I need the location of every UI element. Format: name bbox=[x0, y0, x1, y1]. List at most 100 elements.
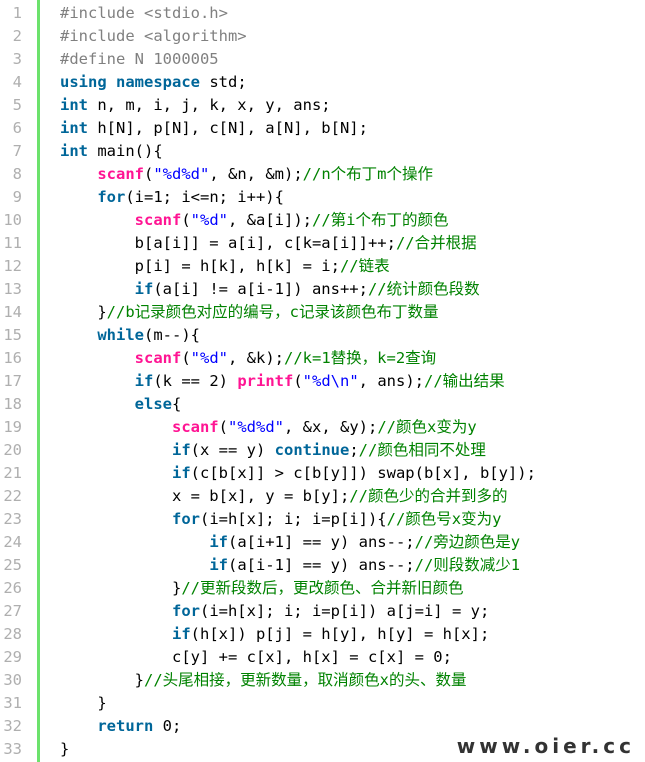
code-editor: 1 #include <stdio.h> 2 #include <algorithm>… bbox=[0, 0, 645, 762]
line-number: 1 bbox=[12, 4, 22, 22]
code-text: scanf("%d%d", &x, &y);//颜色x变为y bbox=[60, 416, 477, 439]
code-token-kw: while bbox=[97, 326, 144, 344]
code-text: int main(){ bbox=[60, 140, 163, 163]
code-text: if(a[i] != a[i-1]) ans++;//统计颜色段数 bbox=[60, 278, 480, 301]
code-token-plain: x = b[x], y = b[y]; bbox=[60, 487, 350, 505]
code-text: else{ bbox=[60, 393, 182, 416]
code-token-plain: (a[i-1] == y) ans--; bbox=[227, 556, 415, 574]
code-token-plain: (m--){ bbox=[144, 326, 200, 344]
code-text: return 0; bbox=[60, 715, 181, 738]
code-text: for(i=h[x]; i; i=p[i]){//颜色号x变为y bbox=[60, 508, 501, 531]
code-token-fn: printf bbox=[237, 372, 294, 390]
code-token-kw: continue bbox=[274, 441, 350, 459]
code-token-pre: #define N 1000005 bbox=[60, 50, 219, 68]
code-token-cmt: //第i个布丁的颜色 bbox=[312, 211, 449, 229]
code-token-cmt: //颜色号x变为y bbox=[386, 510, 502, 528]
code-token-kw: if bbox=[134, 280, 154, 298]
code-token-kw: if bbox=[209, 556, 228, 574]
code-text: for(i=h[x]; i; i=p[i]) a[j=i] = y; bbox=[60, 600, 489, 623]
code-token-plain: (x == y) bbox=[190, 441, 275, 459]
code-token-cmt: //颜色相同不处理 bbox=[358, 441, 486, 459]
code-token-kw: if bbox=[209, 533, 228, 551]
code-token-plain: 0; bbox=[153, 717, 182, 735]
code-text: scanf("%d", &k);//k=1替换，k=2查询 bbox=[60, 347, 437, 370]
code-token-plain: ( bbox=[181, 211, 191, 229]
code-token-fn: scanf bbox=[134, 211, 182, 229]
code-text: }//b记录颜色对应的编号，c记录该颜色布丁数量 bbox=[60, 301, 438, 324]
line-number: 33 bbox=[3, 740, 22, 758]
code-text: #include <stdio.h> bbox=[60, 2, 228, 25]
code-token-kw: namespace bbox=[116, 73, 201, 91]
line-number: 3 bbox=[12, 50, 22, 68]
code-token-kw: for bbox=[171, 510, 200, 528]
code-text: }//头尾相接，更新数量，取消颜色x的头、数量 bbox=[60, 669, 467, 692]
code-text: if(c[b[x]] > c[b[y]]) swap(b[x], b[y]); bbox=[60, 462, 536, 485]
code-token-kw: using bbox=[60, 73, 107, 91]
code-text: } bbox=[60, 692, 106, 715]
code-token-str: "%d" bbox=[190, 211, 228, 229]
code-token-plain: , &a[i]); bbox=[228, 211, 312, 229]
code-text: if(h[x]) p[j] = h[y], h[y] = h[x]; bbox=[60, 623, 489, 646]
code-token-plain: (i=h[x]; i; i=p[i]) a[j=i] = y; bbox=[199, 602, 490, 620]
line-number: 10 bbox=[3, 211, 22, 229]
code-text: } bbox=[60, 738, 69, 761]
code-token-cmt: //则段数减少1 bbox=[414, 556, 521, 574]
code-token-cmt: //颜色x变为y bbox=[377, 418, 477, 436]
line-number: 23 bbox=[3, 510, 22, 528]
code-token-plain: std; bbox=[200, 73, 247, 91]
code-token-kw: if bbox=[171, 441, 191, 459]
code-text: if(k == 2) printf("%d\n", ans);//输出结果 bbox=[60, 370, 505, 393]
code-token-kw: if bbox=[134, 372, 154, 390]
line-number: 21 bbox=[3, 464, 22, 482]
line-number: 16 bbox=[3, 349, 22, 367]
code-text: #define N 1000005 bbox=[60, 48, 219, 71]
code-token-plain: } bbox=[60, 579, 182, 597]
code-token-plain: ( bbox=[181, 349, 191, 367]
code-token-cmt: //链表 bbox=[339, 257, 390, 275]
code-token-type: int bbox=[60, 96, 88, 114]
line-number: 13 bbox=[3, 280, 22, 298]
code-text: c[y] += c[x], h[x] = c[x] = 0; bbox=[60, 646, 452, 669]
line-number: 29 bbox=[3, 648, 22, 666]
code-token-plain: } bbox=[60, 303, 107, 321]
code-token-plain: b[a[i]] = a[i], c[k=a[i]]++; bbox=[60, 234, 396, 252]
code-token-plain: ( bbox=[144, 165, 154, 183]
code-token-plain: p[i] = h[k], h[k] = i; bbox=[60, 257, 340, 275]
code-token-str: "%d\n" bbox=[302, 372, 359, 390]
code-text: int n, m, i, j, k, x, y, ans; bbox=[60, 94, 331, 117]
code-token-cmt: //旁边颜色是y bbox=[414, 533, 521, 551]
line-number: 11 bbox=[3, 234, 22, 252]
line-number: 28 bbox=[3, 625, 22, 643]
code-token-fn: scanf bbox=[171, 418, 219, 436]
code-token-str: "%d" bbox=[190, 349, 228, 367]
code-token-plain: { bbox=[171, 395, 182, 413]
code-text: for(i=1; i<=n; i++){ bbox=[60, 186, 284, 209]
code-token-kw: for bbox=[97, 188, 126, 206]
line-number: 12 bbox=[3, 257, 22, 275]
code-token-fn: scanf bbox=[134, 349, 182, 367]
line-number: 2 bbox=[12, 27, 22, 45]
code-token-kw: if bbox=[171, 464, 191, 482]
line-number: 30 bbox=[3, 671, 22, 689]
code-text: if(x == y) continue;//颜色相同不处理 bbox=[60, 439, 486, 462]
code-token-kw: if bbox=[171, 625, 191, 643]
line-number: 4 bbox=[12, 73, 22, 91]
code-token-plain: n, m, i, j, k, x, y, ans; bbox=[88, 96, 331, 114]
code-token-plain: c[y] += c[x], h[x] = c[x] = 0; bbox=[60, 648, 452, 666]
code-text: while(m--){ bbox=[60, 324, 200, 347]
code-token-plain: , &k); bbox=[228, 349, 284, 367]
code-token-pre: #include <stdio.h> bbox=[60, 4, 228, 22]
line-number: 25 bbox=[3, 556, 22, 574]
